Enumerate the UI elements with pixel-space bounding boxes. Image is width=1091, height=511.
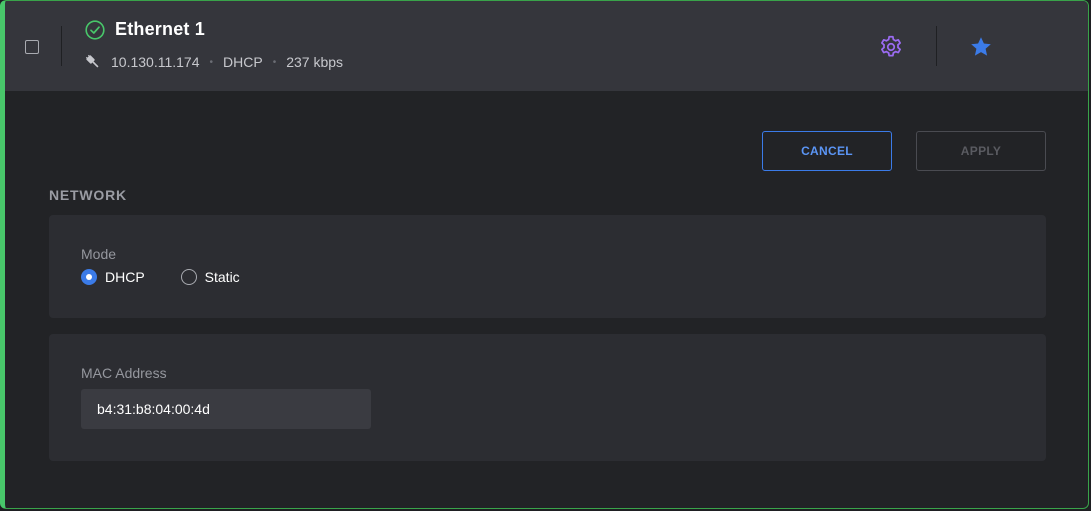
mac-panel: MAC Address	[49, 334, 1046, 461]
speed-value: 237 kbps	[286, 54, 344, 70]
header-divider-right	[936, 26, 937, 66]
radio-dhcp[interactable]: DHCP	[81, 269, 145, 285]
mac-address-label: MAC Address	[81, 365, 167, 381]
select-checkbox[interactable]	[25, 40, 39, 54]
radio-label: DHCP	[105, 269, 145, 285]
settings-button[interactable]	[876, 32, 906, 62]
section-title-network: NETWORK	[49, 187, 127, 203]
check-circle-icon	[85, 19, 105, 40]
card-header: Ethernet 1 10.130.11.174 • DHCP • 237 kb…	[5, 1, 1088, 91]
header-divider-left	[61, 26, 62, 66]
connection-title: Ethernet 1	[115, 19, 206, 39]
radio-selected-icon	[81, 269, 97, 285]
radio-label: Static	[204, 269, 240, 285]
favorite-button[interactable]	[966, 32, 996, 62]
ethernet-plug-icon	[85, 54, 101, 70]
mode-label: Mode	[81, 246, 117, 262]
ip-address: 10.130.11.174	[111, 54, 200, 70]
cancel-button[interactable]: CANCEL	[762, 131, 892, 171]
mode-radio-group: DHCP Static	[81, 269, 276, 285]
connection-details: 10.130.11.174 • DHCP • 237 kbps	[85, 54, 343, 70]
apply-button[interactable]: APPLY	[916, 131, 1046, 171]
star-icon	[969, 35, 993, 59]
ethernet-card: Ethernet 1 10.130.11.174 • DHCP • 237 kb…	[0, 0, 1089, 509]
mode-panel: Mode DHCP Static	[49, 215, 1046, 318]
gear-icon	[878, 34, 904, 60]
mode-value: DHCP	[223, 54, 263, 70]
title-row: Ethernet 1	[85, 19, 205, 40]
radio-unselected-icon	[180, 269, 197, 285]
radio-static[interactable]: Static	[180, 269, 240, 285]
separator-dot: •	[272, 56, 277, 68]
mac-address-field[interactable]	[81, 389, 371, 429]
separator-dot: •	[209, 56, 214, 68]
